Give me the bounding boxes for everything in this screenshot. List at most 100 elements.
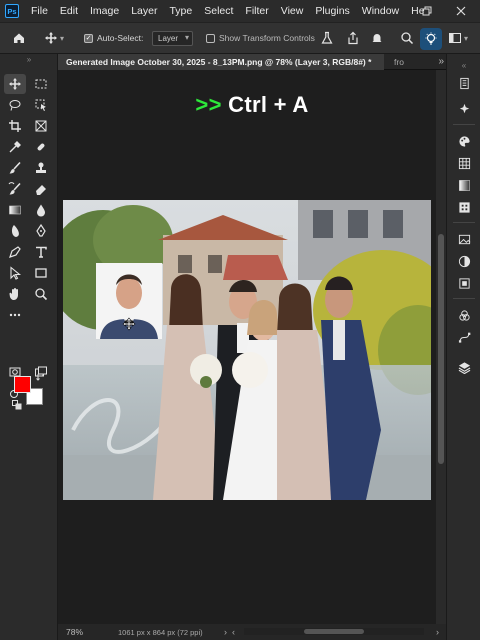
adjustments-icon[interactable] [447, 252, 480, 270]
home-icon [14, 33, 24, 43]
marquee-tool-icon[interactable] [30, 74, 52, 94]
horizontal-scroll-thumb[interactable] [304, 629, 364, 634]
shortcut-keys: Ctrl + A [228, 92, 309, 117]
tabs-overflow-icon[interactable]: » [438, 54, 444, 70]
pen-tool-alt-icon[interactable] [4, 242, 26, 262]
more-tools-icon[interactable] [4, 305, 26, 325]
show-transform-toggle[interactable]: Show Transform Controls [206, 33, 315, 43]
close-icon [456, 6, 466, 16]
menu-edit[interactable]: Edit [54, 5, 84, 17]
bell-icon [372, 34, 382, 43]
dock-collapse-icon[interactable]: « [447, 56, 480, 74]
channels-icon[interactable] [447, 306, 480, 324]
layer-portrait-image[interactable] [96, 263, 162, 339]
notifications-button[interactable] [370, 31, 384, 45]
patterns-icon[interactable] [447, 198, 480, 216]
move-tool-preset-button[interactable]: ▾ [44, 31, 64, 45]
home-button[interactable] [12, 31, 26, 45]
path-select-icon[interactable] [4, 263, 26, 283]
show-transform-label: Show Transform Controls [219, 33, 315, 43]
brush-tool-icon[interactable] [4, 158, 26, 178]
image-panel-icon[interactable] [447, 230, 480, 248]
crop-tool-icon[interactable] [4, 116, 26, 136]
foreground-color-swatch[interactable] [14, 376, 31, 393]
shortcut-arrows: >> [195, 92, 222, 117]
dodge-tool-icon[interactable] [4, 221, 26, 241]
vertical-scrollbar[interactable] [436, 70, 446, 624]
tab-inactive-document[interactable]: fro [394, 54, 404, 70]
menu-type[interactable]: Type [163, 5, 198, 17]
tab-active-document[interactable]: Generated Image October 30, 2025 - 8_13P… [58, 54, 384, 70]
horizontal-scrollbar[interactable] [244, 628, 424, 635]
gradient-tool-icon[interactable] [4, 200, 26, 220]
screen-mode-icon[interactable] [30, 362, 52, 382]
eraser-icon[interactable] [30, 179, 52, 199]
paths-icon[interactable] [447, 328, 480, 346]
search-button[interactable] [400, 31, 414, 45]
ai-sparkle-icon[interactable] [447, 100, 480, 118]
scroll-left-icon[interactable]: ‹ [232, 627, 235, 637]
share-icon [348, 31, 358, 45]
frame-tool-icon[interactable] [30, 116, 52, 136]
scroll-right-icon[interactable]: › [436, 627, 439, 637]
clone-stamp-icon[interactable] [30, 158, 52, 178]
hand-tool-icon[interactable] [4, 284, 26, 304]
window-restore-button[interactable] [414, 0, 440, 22]
rectangle-tool-icon[interactable] [30, 263, 52, 283]
document-canvas-image[interactable] [63, 200, 431, 500]
menu-bar: Ps File Edit Image Layer Type Select Fil… [0, 0, 480, 22]
options-bar: ▾ ✓ Auto-Select: Layer Show Transform Co… [0, 22, 480, 54]
move-arrows-icon [45, 32, 57, 44]
move-tool-icon[interactable] [4, 74, 26, 94]
eyedropper-icon[interactable] [4, 137, 26, 157]
document-info[interactable]: 1061 px x 864 px (72 ppi) [118, 628, 203, 637]
show-transform-checkbox[interactable] [206, 33, 215, 43]
vertical-scroll-thumb[interactable] [438, 234, 444, 464]
menu-select[interactable]: Select [198, 5, 239, 17]
lightbulb-icon [425, 32, 437, 45]
menu-file[interactable]: File [25, 5, 54, 17]
move-cursor-icon [122, 317, 136, 331]
blur-tool-icon[interactable] [30, 200, 52, 220]
gradients-icon[interactable] [447, 176, 480, 194]
search-icon [401, 32, 414, 45]
object-select-icon[interactable] [30, 95, 52, 115]
3d-mode-button[interactable] [320, 31, 334, 45]
history-brush-icon[interactable] [4, 179, 26, 199]
layers-icon[interactable] [447, 358, 480, 376]
menu-filter[interactable]: Filter [239, 5, 274, 17]
menu-window[interactable]: Window [356, 5, 405, 17]
panel-grip-icon[interactable]: » [0, 54, 58, 66]
auto-select-checkbox[interactable]: ✓ [84, 33, 93, 43]
zoom-level[interactable]: 78% [66, 627, 83, 637]
lasso-tool-icon[interactable] [4, 95, 26, 115]
share-button[interactable] [346, 31, 360, 45]
discover-button[interactable] [420, 28, 442, 50]
properties-icon[interactable] [447, 274, 480, 292]
healing-brush-icon[interactable] [30, 137, 52, 157]
panel-dock: « [446, 54, 480, 640]
auto-select-target-select[interactable]: Layer [152, 31, 194, 46]
chevron-down-icon: ▾ [464, 33, 469, 43]
chevron-down-icon: ▾ [60, 33, 65, 43]
status-info-arrow-icon[interactable]: › [224, 627, 227, 637]
flask-icon [321, 31, 333, 44]
swatches-icon[interactable] [447, 154, 480, 172]
menu-layer[interactable]: Layer [125, 5, 163, 17]
history-panel-icon[interactable] [447, 74, 480, 92]
auto-select-label: Auto-Select: [97, 33, 144, 43]
menu-image[interactable]: Image [84, 5, 125, 17]
zoom-tool-icon[interactable] [30, 284, 52, 304]
tools-panel: » [0, 54, 58, 640]
wedding-group-photo [63, 200, 431, 500]
menu-view[interactable]: View [275, 5, 310, 17]
color-panel-icon[interactable] [447, 132, 480, 150]
pen-tool-icon[interactable] [30, 221, 52, 241]
auto-select-toggle[interactable]: ✓ Auto-Select: [84, 33, 143, 43]
document-tab-bar: Generated Image October 30, 2025 - 8_13P… [58, 54, 446, 70]
menu-plugins[interactable]: Plugins [309, 5, 355, 17]
window-close-button[interactable] [448, 0, 474, 22]
workspace-button[interactable]: ▾ [448, 31, 468, 45]
type-tool-icon[interactable] [30, 242, 52, 262]
shortcut-caption: >> Ctrl + A [58, 92, 446, 118]
